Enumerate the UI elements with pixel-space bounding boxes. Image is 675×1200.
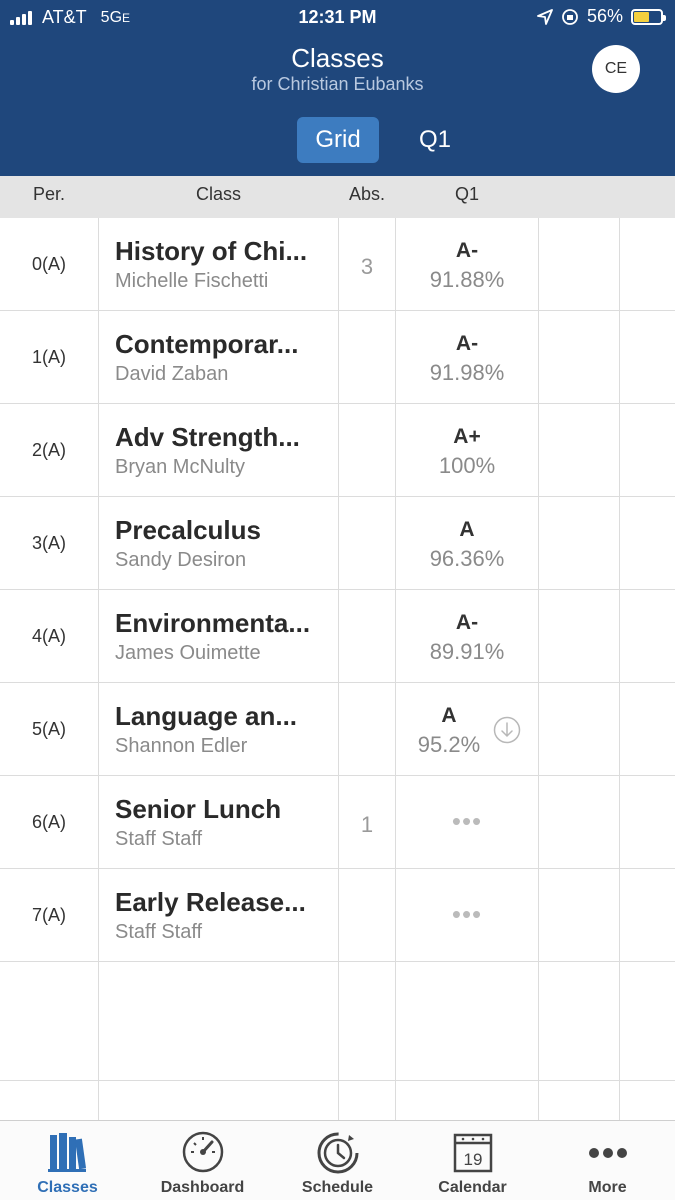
grade-percent: 96.36% bbox=[429, 546, 505, 571]
period-label: 1(A) bbox=[31, 347, 66, 367]
tab-schedule[interactable]: Schedule bbox=[270, 1121, 405, 1200]
teacher-name: Staff Staff bbox=[115, 828, 203, 850]
column-header-class: Class bbox=[195, 184, 241, 204]
column-header-q1[interactable]: Q1 bbox=[396, 184, 538, 205]
class-name: Adv Strength... bbox=[115, 422, 300, 452]
tab-label: Calendar bbox=[438, 1179, 507, 1196]
tab-label: More bbox=[588, 1179, 627, 1196]
grade-percent: 91.98% bbox=[429, 360, 505, 385]
tab-calendar[interactable]: 19 Calendar bbox=[405, 1121, 540, 1200]
column-header-per: Per. bbox=[32, 184, 66, 204]
books-icon bbox=[48, 1133, 87, 1172]
letter-grade: A- bbox=[455, 611, 479, 634]
letter-grade: A- bbox=[455, 332, 479, 355]
calendar-day: 19 bbox=[464, 1150, 483, 1169]
tab-classes[interactable]: Classes bbox=[0, 1121, 135, 1200]
class-row-7[interactable]: 7(A) Early Release... Staff Staff ••• bbox=[0, 869, 675, 962]
teacher-name: Bryan McNulty bbox=[115, 456, 246, 478]
period-label: 6(A) bbox=[31, 812, 66, 832]
tab-q1[interactable]: Q1 bbox=[404, 117, 466, 163]
column-header-abs: Abs. bbox=[348, 184, 386, 204]
tab-more[interactable]: More bbox=[540, 1121, 675, 1200]
arrow-down-circle-icon bbox=[493, 716, 521, 744]
class-name: Early Release... bbox=[115, 887, 306, 917]
page-title: Classes bbox=[291, 43, 384, 73]
period-label: 2(A) bbox=[31, 440, 66, 460]
grade-percent: 91.88% bbox=[429, 267, 505, 292]
classes-grid: 0(A) History of Chi... Michelle Fischett… bbox=[0, 218, 675, 1120]
tab-bar: Classes Dashboard Schedule 19 Calendar M… bbox=[0, 1120, 675, 1200]
battery-percent: 56% bbox=[586, 6, 623, 26]
avatar[interactable]: CE bbox=[592, 45, 640, 93]
class-name: History of Chi... bbox=[115, 236, 308, 266]
battery-icon bbox=[631, 8, 666, 25]
column-header-row: Per. Class Abs. Q1 bbox=[0, 176, 675, 218]
tab-label: Dashboard bbox=[160, 1179, 245, 1196]
letter-grade: A- bbox=[455, 239, 479, 262]
location-icon bbox=[537, 8, 553, 25]
page-subtitle: for Christian Eubanks bbox=[251, 74, 424, 94]
letter-grade: A+ bbox=[453, 425, 481, 448]
class-row-5[interactable]: 5(A) Language an... Shannon Edler A 95.2… bbox=[0, 683, 675, 776]
class-name: Precalculus bbox=[115, 515, 261, 545]
period-label: 0(A) bbox=[31, 254, 66, 274]
status-bar: AT&T 5GE 12:31 PM 56% bbox=[0, 0, 675, 36]
class-name: Language an... bbox=[115, 701, 298, 731]
teacher-name: Michelle Fischetti bbox=[115, 270, 269, 292]
grade-percent: 100% bbox=[438, 453, 496, 478]
teacher-name: Sandy Desiron bbox=[115, 549, 247, 571]
class-name: Environmenta... bbox=[115, 608, 311, 638]
no-grade-placeholder: ••• bbox=[451, 806, 483, 836]
class-row-3[interactable]: 3(A) Precalculus Sandy Desiron A 96.36% bbox=[0, 497, 675, 590]
more-icon bbox=[589, 1148, 627, 1158]
period-label: 4(A) bbox=[31, 626, 66, 646]
tab-dashboard[interactable]: Dashboard bbox=[135, 1121, 270, 1200]
class-row-1[interactable]: 1(A) Contemporar... David Zaban A- 91.98… bbox=[0, 311, 675, 404]
absence-count: 1 bbox=[360, 812, 374, 837]
app-header: AT&T 5GE 12:31 PM 56% Classes for Christ… bbox=[0, 0, 675, 176]
no-grade-placeholder: ••• bbox=[451, 899, 483, 929]
period-label: 7(A) bbox=[31, 905, 66, 925]
orientation-lock-icon bbox=[562, 8, 578, 25]
teacher-name: James Ouimette bbox=[115, 642, 261, 664]
letter-grade: A bbox=[459, 518, 475, 541]
tab-grid[interactable]: Grid bbox=[297, 117, 379, 163]
teacher-name: Shannon Edler bbox=[115, 735, 248, 757]
class-row-6[interactable]: 6(A) Senior Lunch Staff Staff 1 ••• bbox=[0, 776, 675, 869]
period-label: 3(A) bbox=[31, 533, 66, 553]
calendar-icon: 19 bbox=[453, 1133, 493, 1173]
gauge-icon bbox=[182, 1131, 224, 1173]
class-row-0[interactable]: 0(A) History of Chi... Michelle Fischett… bbox=[0, 218, 675, 311]
tab-label: Schedule bbox=[301, 1179, 374, 1196]
clock-icon bbox=[317, 1132, 359, 1174]
tab-label: Classes bbox=[37, 1179, 98, 1196]
absence-count: 3 bbox=[360, 254, 374, 279]
class-name: Senior Lunch bbox=[115, 794, 282, 824]
teacher-name: Staff Staff bbox=[115, 921, 203, 943]
class-row-4[interactable]: 4(A) Environmenta... James Ouimette A- 8… bbox=[0, 590, 675, 683]
period-label: 5(A) bbox=[31, 719, 66, 739]
class-row-2[interactable]: 2(A) Adv Strength... Bryan McNulty A+ 10… bbox=[0, 404, 675, 497]
row-divider bbox=[0, 1080, 675, 1081]
grade-percent: 89.91% bbox=[429, 639, 505, 664]
class-name: Contemporar... bbox=[115, 329, 299, 359]
teacher-name: David Zaban bbox=[115, 363, 229, 385]
